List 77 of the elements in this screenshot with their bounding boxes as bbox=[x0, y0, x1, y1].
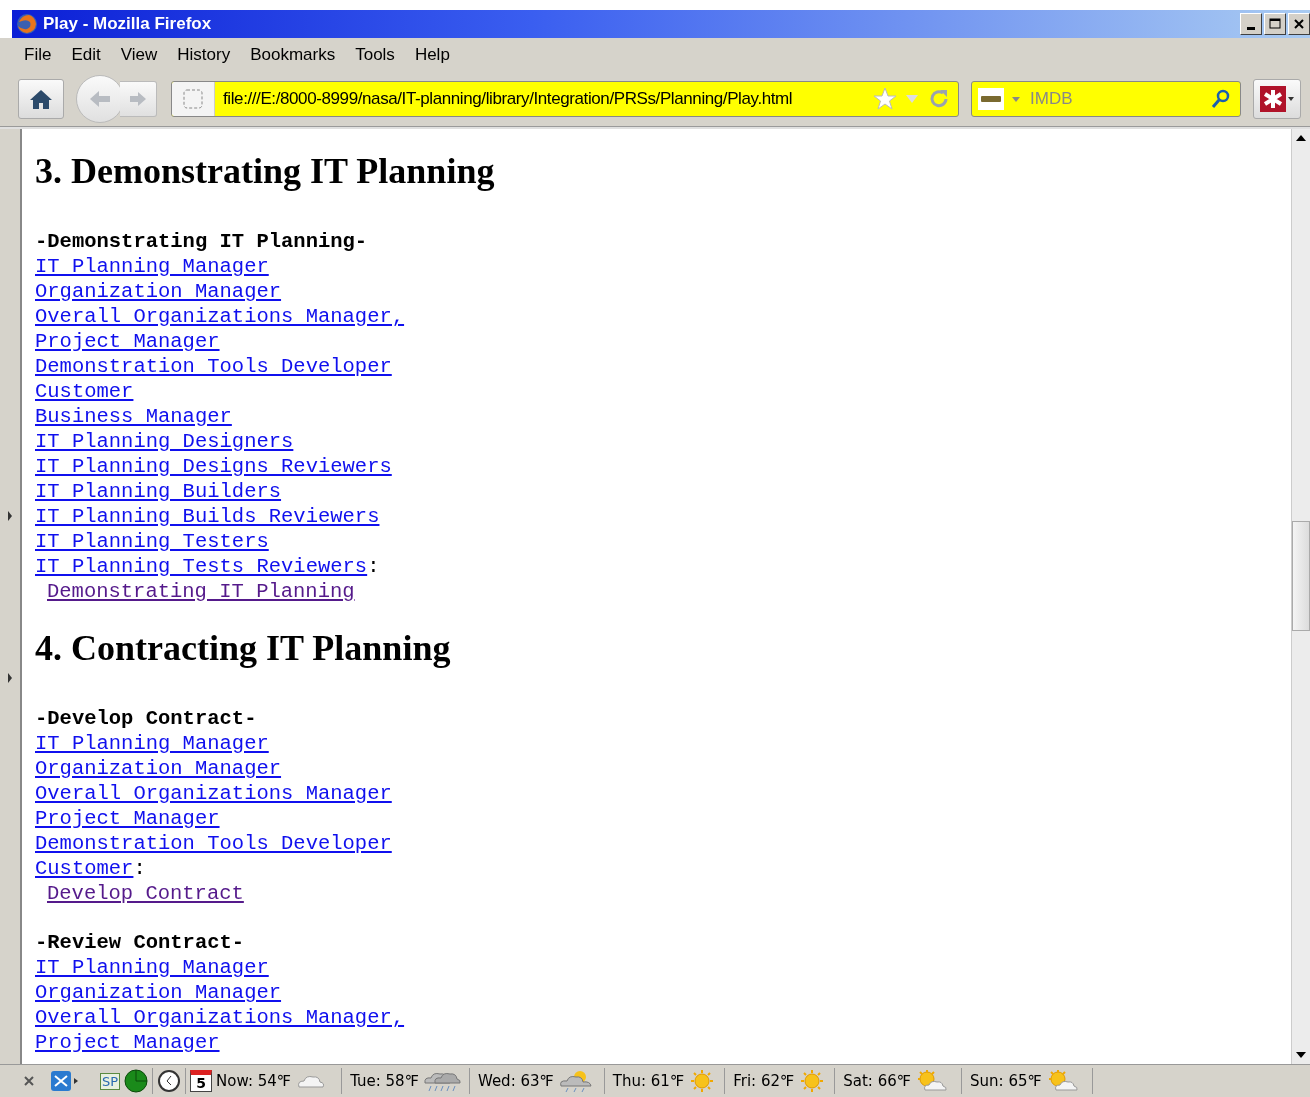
weather-forecast[interactable]: Tue: 58℉ bbox=[350, 1072, 419, 1090]
role-link[interactable]: IT Planning Designers bbox=[35, 430, 294, 453]
role-link[interactable]: Organization Manager bbox=[35, 757, 282, 780]
action-link[interactable]: Demonstrating IT Planning bbox=[47, 580, 355, 603]
weather-forecast[interactable]: Now: 54℉ bbox=[216, 1072, 292, 1090]
weather-forecast[interactable]: Fri: 62℉ bbox=[733, 1072, 795, 1090]
clock-icon[interactable] bbox=[157, 1069, 182, 1093]
home-button[interactable] bbox=[18, 79, 64, 119]
role-link[interactable]: Organization Manager bbox=[35, 280, 282, 303]
imdb-logo-icon bbox=[978, 88, 1004, 110]
role-link[interactable]: IT Planning Designs Reviewers bbox=[35, 455, 392, 478]
section-heading: 3. Demonstrating IT Planning bbox=[35, 151, 496, 191]
role-link[interactable]: Overall Organizations Manager bbox=[35, 782, 392, 805]
menu-item[interactable]: Help bbox=[404, 45, 460, 65]
app-logo-icon[interactable] bbox=[50, 1070, 80, 1092]
window-title: Play - Mozilla Firefox bbox=[43, 14, 213, 34]
forward-arrow-icon bbox=[128, 90, 148, 108]
scrollbar-thumb[interactable] bbox=[1292, 521, 1310, 631]
menu-item[interactable]: Bookmarks bbox=[240, 45, 346, 65]
close-button[interactable] bbox=[1288, 13, 1310, 35]
role-link[interactable]: Organization Manager bbox=[35, 981, 282, 1004]
group-title: -Develop Contract- bbox=[35, 706, 258, 731]
role-link[interactable]: Project Manager bbox=[35, 807, 220, 830]
back-arrow-icon bbox=[88, 89, 112, 109]
role-link[interactable]: Demonstration Tools Developer bbox=[35, 355, 392, 378]
role-link[interactable]: IT Planning Manager bbox=[35, 732, 269, 755]
role-link[interactable]: Project Manager bbox=[35, 330, 220, 353]
asterisk-logo-icon bbox=[1260, 86, 1286, 112]
weather-forecast[interactable]: Thu: 61℉ bbox=[612, 1072, 685, 1090]
role-link[interactable]: Overall Organizations Manager, bbox=[35, 305, 405, 328]
role-link[interactable]: Business Manager bbox=[35, 405, 232, 428]
menu-item[interactable]: History bbox=[167, 45, 241, 65]
role-link[interactable]: IT Planning Tests Reviewers bbox=[35, 555, 368, 578]
address-bar[interactable]: file:///E:/8000-8999/nasa/IT-planning/library/Integration/PRSs/Planning/Play.html bbox=[171, 81, 959, 117]
close-icon[interactable] bbox=[22, 1074, 36, 1088]
section-heading: 4. Contracting IT Planning bbox=[35, 628, 452, 668]
menu-item[interactable]: Tools bbox=[345, 45, 405, 65]
role-link[interactable]: Demonstration Tools Developer bbox=[35, 832, 392, 855]
caret-icon bbox=[1288, 96, 1294, 102]
page-icon bbox=[182, 88, 204, 110]
role-link[interactable]: IT Planning Builds Reviewers bbox=[35, 505, 380, 528]
role-link[interactable]: Project Manager bbox=[35, 1031, 220, 1054]
group-title: -Review Contract- bbox=[35, 930, 246, 955]
minimize-icon bbox=[1247, 26, 1255, 30]
star-icon[interactable] bbox=[872, 86, 898, 112]
maximize-button[interactable] bbox=[1264, 13, 1286, 35]
globe-icon[interactable] bbox=[124, 1069, 149, 1093]
minimize-button[interactable] bbox=[1240, 13, 1262, 35]
menu-item[interactable]: Edit bbox=[61, 45, 111, 65]
role-link[interactable]: IT Planning Testers bbox=[35, 530, 269, 553]
role-link[interactable]: IT Planning Manager bbox=[35, 956, 269, 979]
role-link[interactable]: Customer bbox=[35, 857, 134, 880]
close-icon bbox=[1293, 18, 1305, 30]
home-icon bbox=[29, 88, 53, 110]
menu-item[interactable]: File bbox=[14, 45, 62, 65]
maximize-icon bbox=[1269, 18, 1281, 30]
action-link[interactable]: Develop Contract bbox=[47, 882, 244, 905]
role-link[interactable]: Customer bbox=[35, 380, 134, 403]
addon-button[interactable] bbox=[1253, 79, 1301, 119]
dropdown-arrow-icon[interactable] bbox=[1010, 94, 1022, 104]
sp-badge[interactable]: SP bbox=[100, 1072, 121, 1090]
search-icon[interactable] bbox=[1210, 88, 1232, 110]
up-arrow-icon bbox=[1296, 135, 1306, 141]
menu-item[interactable]: View bbox=[110, 45, 168, 65]
calendar-icon[interactable]: 5 bbox=[190, 1070, 213, 1092]
role-link[interactable]: IT Planning Manager bbox=[35, 255, 269, 278]
weather-forecast[interactable]: Wed: 63℉ bbox=[477, 1072, 554, 1090]
splitter-grip-icon[interactable] bbox=[7, 671, 13, 684]
weather-forecast[interactable]: Sat: 66℉ bbox=[843, 1072, 912, 1090]
weather-forecast[interactable]: Sun: 65℉ bbox=[970, 1072, 1042, 1090]
splitter-grip-icon[interactable] bbox=[7, 509, 13, 522]
down-arrow-icon bbox=[1296, 1052, 1306, 1058]
colon-text: : bbox=[367, 555, 380, 578]
role-link[interactable]: Overall Organizations Manager, bbox=[35, 1006, 405, 1029]
role-link[interactable]: IT Planning Builders bbox=[35, 480, 282, 503]
colon-text: : bbox=[133, 857, 146, 880]
group-title: -Demonstrating IT Planning- bbox=[35, 229, 369, 254]
